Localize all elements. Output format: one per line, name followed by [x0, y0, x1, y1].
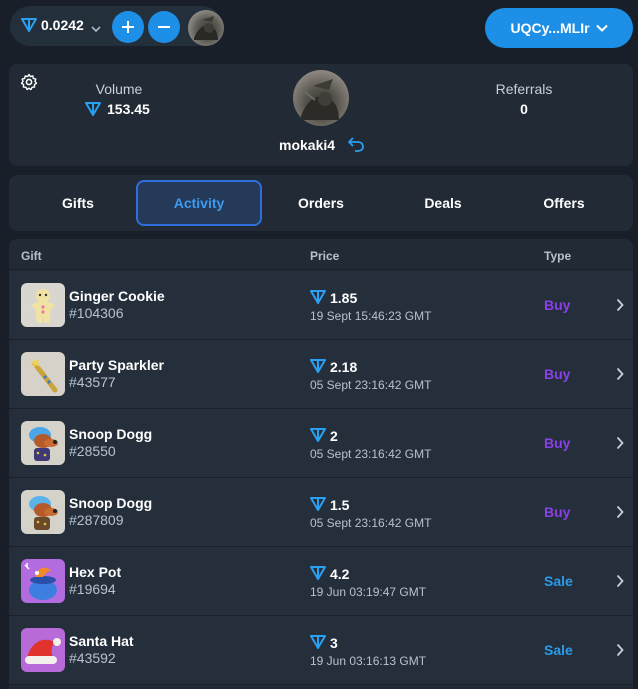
ton-diamond-icon [310, 290, 326, 309]
price-value: 1.5 [330, 497, 350, 513]
price-value: 2 [330, 428, 338, 444]
table-row[interactable]: Ginger Cookie #104306 1.85 19 Sept 15:46… [9, 271, 633, 340]
snoop-dogg-image [29, 496, 58, 530]
volume-amount: 153.45 [107, 101, 150, 117]
volume-label: Volume [95, 81, 143, 97]
gift-name: Santa Hat [69, 633, 134, 649]
gift-number: #287809 [69, 512, 124, 528]
chevron-right-icon [616, 436, 624, 455]
activity-table: Gift Price Type Ginger Cookie #104306 1.… [9, 239, 633, 689]
volume-value: 153.45 [85, 101, 175, 117]
type-badge: Buy [544, 366, 571, 382]
price-value: 4.2 [330, 566, 350, 582]
chevron-down-icon [595, 24, 608, 32]
price-date: 05 Sept 23:16:42 GMT [310, 516, 432, 530]
price-date: 19 Sept 15:46:23 GMT [310, 309, 432, 323]
table-row[interactable]: Snoop Dogg #28550 2 05 Sept 23:16:42 GMT… [9, 409, 633, 478]
price-date: 19 Jun 03:16:13 GMT [310, 654, 427, 668]
gift-name: Snoop Dogg [69, 495, 153, 511]
table-header: Gift Price Type [9, 239, 633, 270]
price-date: 19 Jun 03:19:47 GMT [310, 585, 427, 599]
ton-diamond-icon [21, 18, 37, 37]
price-value: 2.18 [330, 359, 358, 375]
tab-orders[interactable]: Orders [258, 180, 384, 226]
gift-number: #19694 [69, 581, 116, 597]
santa-hat-image [25, 638, 61, 664]
tab-activity[interactable]: Activity [136, 180, 262, 226]
price-date: 05 Sept 23:16:42 GMT [310, 378, 432, 392]
type-badge: Sale [544, 573, 573, 589]
minus-icon [158, 26, 170, 28]
profile-card: Volume 153.45 mokaki4 Referrals 0 [9, 64, 633, 166]
avatar-image [301, 79, 339, 120]
referrals-label: Referrals [495, 81, 553, 97]
withdraw-balance-button[interactable] [148, 11, 180, 43]
column-price: Price [310, 249, 340, 263]
type-badge: Buy [544, 435, 571, 451]
gift-number: #43577 [69, 374, 116, 390]
column-gift: Gift [21, 249, 42, 263]
chevron-down-icon [91, 20, 101, 38]
chevron-right-icon [616, 298, 624, 317]
avatar-image [194, 16, 218, 40]
ton-diamond-icon [310, 566, 326, 585]
gift-thumbnail [21, 490, 65, 534]
column-type: Type [544, 249, 572, 263]
chevron-right-icon [616, 643, 624, 662]
ton-diamond-icon [310, 635, 326, 654]
hex-pot-image [24, 563, 57, 600]
tab-bar: Gifts Activity Orders Deals Offers [9, 175, 633, 231]
add-balance-button[interactable] [112, 11, 144, 43]
gift-thumbnail [21, 559, 65, 603]
referrals-value: 0 [520, 101, 528, 117]
type-badge: Buy [544, 297, 571, 313]
tab-gifts[interactable]: Gifts [15, 180, 141, 226]
avatar[interactable] [188, 10, 224, 46]
gift-name: Ginger Cookie [69, 288, 165, 304]
gift-thumbnail [21, 421, 65, 465]
chevron-right-icon [616, 505, 624, 524]
price-value: 1.85 [330, 290, 358, 306]
ton-diamond-icon [310, 497, 326, 516]
profile-avatar [293, 70, 349, 126]
price-value: 3 [330, 635, 338, 651]
gift-name: Hex Pot [69, 564, 122, 580]
table-row[interactable]: Snoop Dogg #287809 1.5 05 Sept 23:16:42 … [9, 478, 633, 547]
top-bar: 0.0242 UQCy...MLIr [0, 0, 638, 56]
balance-value: 0.0242 [41, 17, 84, 33]
wallet-address: UQCy...MLIr [510, 20, 590, 36]
snoop-dogg-image [29, 427, 58, 461]
type-badge: Sale [544, 642, 573, 658]
table-row[interactable]: Party Sparkler #43577 2.18 05 Sept 23:16… [9, 340, 633, 409]
share-icon[interactable] [347, 136, 365, 157]
type-badge: Buy [544, 504, 571, 520]
party-sparkler-image [29, 357, 58, 393]
gift-thumbnail [21, 628, 65, 672]
ginger-cookie-image [31, 289, 55, 323]
ton-diamond-icon [310, 359, 326, 378]
tab-deals[interactable]: Deals [380, 180, 506, 226]
gift-name: Snoop Dogg [69, 426, 153, 442]
ton-diamond-icon [85, 102, 101, 116]
wallet-address-button[interactable]: UQCy...MLIr [485, 8, 633, 48]
gift-number: #43592 [69, 650, 116, 666]
plus-icon [122, 21, 134, 33]
tab-offers[interactable]: Offers [501, 180, 627, 226]
table-row[interactable]: Santa Hat #43592 3 19 Jun 03:16:13 GMT S… [9, 616, 633, 685]
gift-name: Party Sparkler [69, 357, 164, 373]
gear-icon[interactable] [20, 73, 38, 96]
chevron-right-icon [616, 574, 624, 593]
gift-number: #104306 [69, 305, 124, 321]
username: mokaki4 [279, 137, 336, 153]
gift-thumbnail [21, 283, 65, 327]
chevron-right-icon [616, 367, 624, 386]
price-date: 05 Sept 23:16:42 GMT [310, 447, 432, 461]
table-row[interactable]: Hex Pot #19694 4.2 19 Jun 03:19:47 GMT S… [9, 547, 633, 616]
ton-diamond-icon [310, 428, 326, 447]
gift-number: #28550 [69, 443, 116, 459]
gift-thumbnail [21, 352, 65, 396]
